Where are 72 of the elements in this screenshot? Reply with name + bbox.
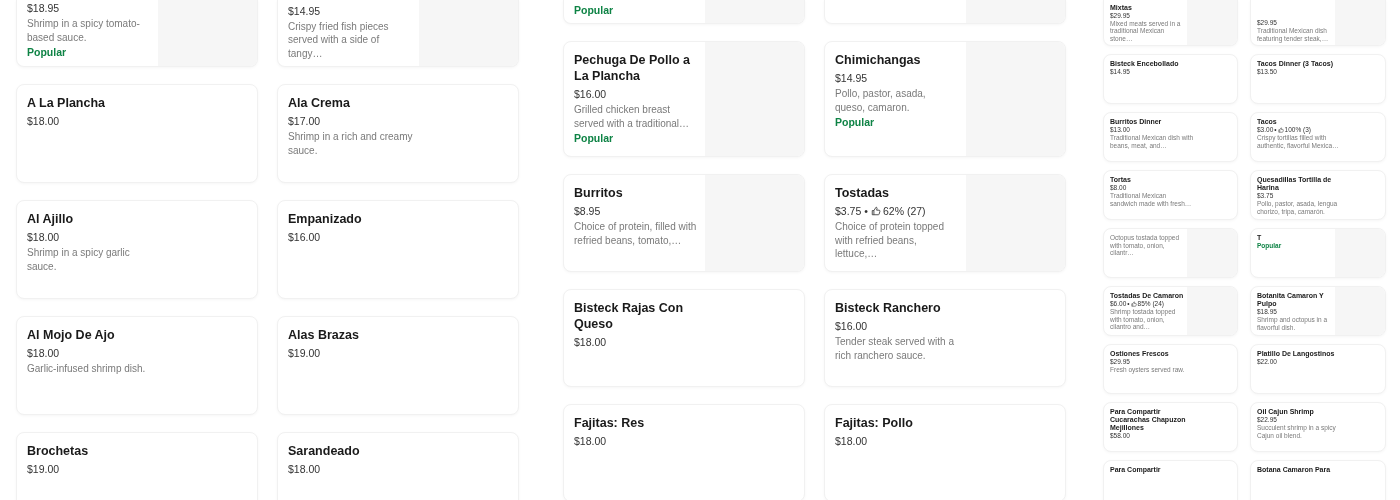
item-name: Bisteck Rajas Con Queso xyxy=(574,300,685,332)
item-name: Bisteck Ranchero xyxy=(835,300,942,316)
menu-item-card[interactable]: $14.95 Crispy fried fish pieces served with a side of tangy… xyxy=(277,0,519,67)
item-price: $16.00 xyxy=(574,87,607,102)
menu-item-card[interactable]: Bisteck Ranchero $16.00 Tender steak served with a rich ranchero sauce. xyxy=(824,289,1066,387)
item-name: Empanizado xyxy=(288,211,363,227)
item-name: Fajitas: Res xyxy=(574,415,646,431)
menu-item-card[interactable]: Pechuga De Pollo a La Plancha $16.00 Grilled chicken breast served with a traditional… Popular xyxy=(563,41,805,157)
menu-item-card[interactable]: Chimichangas $14.95 Pollo, pastor, asada, queso, camaron. Popular xyxy=(824,41,1066,157)
item-description: Grilled chicken breast served with a traditional… xyxy=(574,103,691,130)
item-name: Burritos xyxy=(574,185,624,201)
item-name: A La Plancha xyxy=(27,95,107,111)
item-price: $16.00 xyxy=(835,319,868,334)
item-price: $14.95 xyxy=(288,3,321,19)
menu-item-card[interactable]: Al Mojo De Ajo $18.00 Garlic-infused shrimp dish. xyxy=(16,316,258,415)
item-name: Al Mojo De Ajo xyxy=(27,327,116,343)
item-price: $17.00 xyxy=(288,114,321,129)
item-price: $18.00 xyxy=(835,434,868,449)
rating-text: 62% (27) xyxy=(882,204,926,219)
item-description: Choice of protein, filled with refried beans, tomato,… xyxy=(574,220,697,247)
item-price: $19.00 xyxy=(27,462,60,477)
menu-item-card[interactable]: Fajitas: Res $18.00 xyxy=(563,404,805,500)
item-name: Alas Brazas xyxy=(288,327,360,343)
item-name: Fajitas: Pollo xyxy=(835,415,914,431)
menu-item-card[interactable]: Bisteck Rajas Con Queso $18.00 xyxy=(563,289,805,387)
item-name: Al Ajillo xyxy=(27,211,75,227)
item-name: Chimichangas xyxy=(835,52,922,68)
menu-item-card[interactable]: $18.95 Shrimp in a spicy tomato-based sauce. Popular xyxy=(16,0,258,67)
item-price: $8.95 xyxy=(574,204,601,219)
item-description: Pollo, pastor, asada, queso, camaron. xyxy=(835,87,927,114)
item-price: $18.00 xyxy=(574,335,607,350)
menu-item-card[interactable]: A La Plancha $18.00 xyxy=(16,84,258,183)
thumbs-up-icon xyxy=(1277,127,1284,133)
item-price: $18.00 xyxy=(27,114,60,129)
item-price: $18.00 xyxy=(574,434,607,449)
menu-item-card[interactable]: Empanizado $16.00 xyxy=(277,200,519,299)
popular-label: Popular xyxy=(574,3,615,18)
item-description: Shrimp in a spicy garlic sauce. xyxy=(27,246,131,273)
menu-item-card[interactable]: Tostadas $3.75 • 62% (27) Choice of protein topped with refried beans, lettuce,… xyxy=(824,174,1066,272)
item-description: Crispy fried fish pieces served with a side of tangy… xyxy=(288,19,390,60)
menu-item-card[interactable]: Popular xyxy=(563,0,805,24)
thumbs-up-icon xyxy=(1130,301,1137,307)
popular-label: Popular xyxy=(835,115,876,130)
menu-item-card[interactable]: Al Ajillo $18.00 Shrimp in a spicy garlic sauce. xyxy=(16,200,258,299)
item-name: Sarandeado xyxy=(288,443,361,459)
item-name: Ala Crema xyxy=(288,95,351,111)
popular-label: Popular xyxy=(574,131,615,146)
item-price: $18.00 xyxy=(27,346,60,361)
menu-item-card[interactable]: Alas Brazas $19.00 xyxy=(277,316,519,415)
separator-dot: • xyxy=(864,204,868,219)
menu-item-card[interactable]: Ala Crema $17.00 Shrimp in a rich and creamy sauce. xyxy=(277,84,519,183)
item-price: $14.95 xyxy=(835,71,868,86)
menu-item-card[interactable]: Burritos $8.95 Choice of protein, filled with refried beans, tomato,… xyxy=(563,174,805,272)
item-price: $18.95 xyxy=(27,1,60,16)
item-description: Choice of protein topped with refried beans, lettuce,… xyxy=(835,220,945,261)
menu-item-card[interactable]: Sarandeado $18.00 xyxy=(277,432,519,500)
item-description: Tender steak served with a rich ranchero sauce. xyxy=(835,335,955,362)
menu-item-card[interactable]: Brochetas $19.00 xyxy=(16,432,258,500)
popular-label: Popular xyxy=(27,45,68,60)
item-price: $3.75 xyxy=(835,204,862,219)
item-price: $19.00 xyxy=(288,346,321,361)
item-name: Tostadas xyxy=(835,185,890,201)
item-description: Shrimp in a spicy tomato-based sauce. xyxy=(27,17,141,44)
item-price: $16.00 xyxy=(288,230,321,245)
item-price: $18.00 xyxy=(27,230,60,245)
menu-item-card[interactable]: Fajitas: Pollo $18.00 xyxy=(824,404,1066,500)
item-description: Garlic-infused shrimp dish. xyxy=(27,362,147,376)
thumbs-up-icon xyxy=(870,206,881,216)
item-name: Pechuga De Pollo a La Plancha xyxy=(574,52,691,84)
item-name: Brochetas xyxy=(27,443,90,459)
item-description: Shrimp in a rich and creamy sauce. xyxy=(288,130,414,157)
item-price: $18.00 xyxy=(288,462,321,477)
